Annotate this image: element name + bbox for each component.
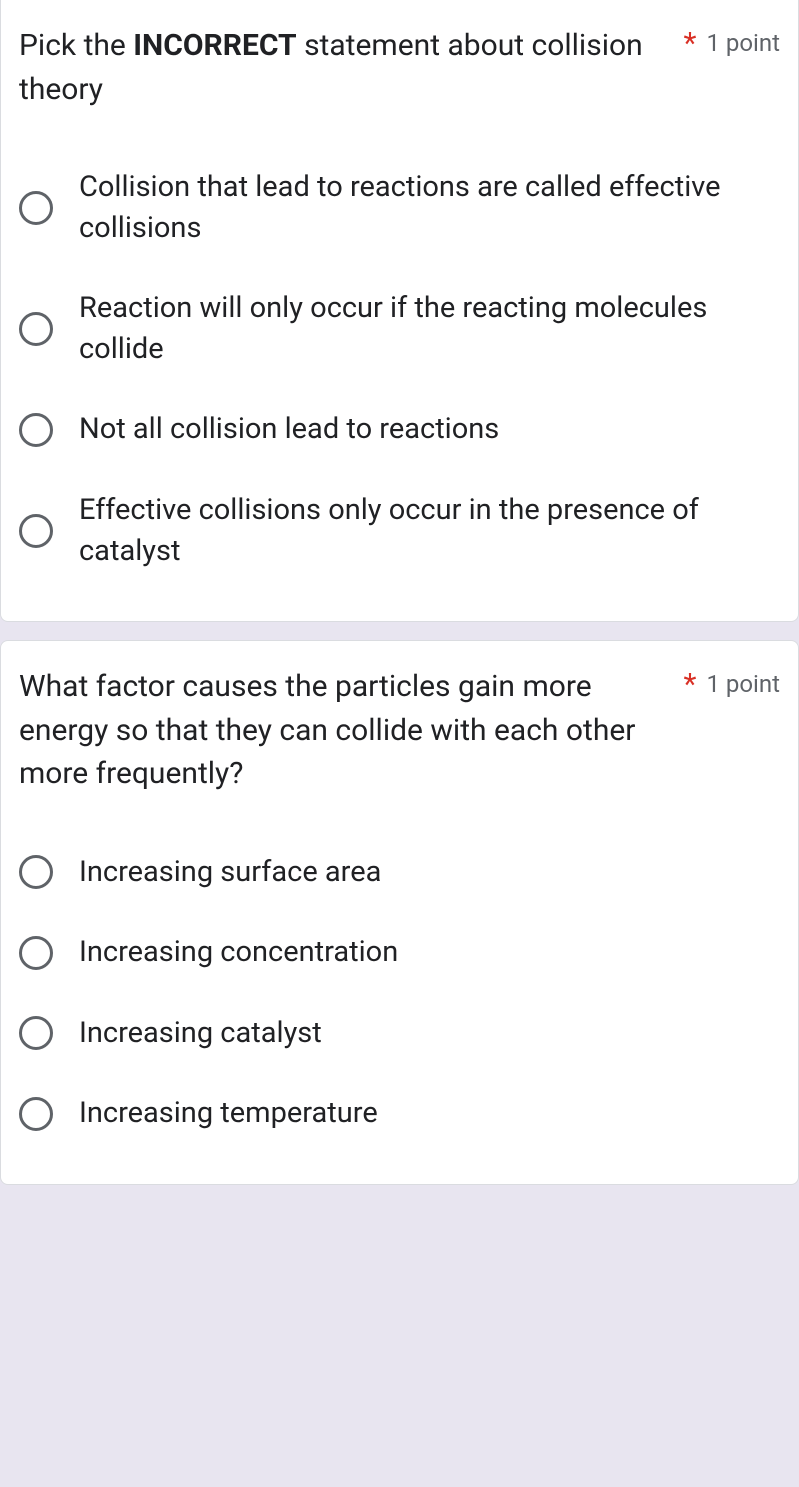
radio-icon xyxy=(19,514,53,548)
question-card: Pick the INCORRECT statement about colli… xyxy=(0,0,799,622)
question-header: What factor causes the particles gain mo… xyxy=(19,665,780,796)
radio-option[interactable]: Effective collisions only occur in the p… xyxy=(19,470,780,591)
option-label: Effective collisions only occur in the p… xyxy=(79,490,780,571)
radio-option[interactable]: Increasing surface area xyxy=(19,832,780,913)
title-bold: INCORRECT xyxy=(133,28,296,63)
radio-option[interactable]: Increasing temperature xyxy=(19,1073,780,1154)
points-label: 1 point xyxy=(706,24,780,62)
radio-icon xyxy=(19,191,53,225)
required-asterisk: * xyxy=(684,24,697,63)
title-pre: What factor causes the particles gain mo… xyxy=(19,669,635,791)
radio-icon xyxy=(19,855,53,889)
option-label: Reaction will only occur if the reacting… xyxy=(79,288,780,369)
question-card: What factor causes the particles gain mo… xyxy=(0,640,799,1185)
question-title: Pick the INCORRECT statement about colli… xyxy=(19,24,678,111)
radio-option[interactable]: Reaction will only occur if the reacting… xyxy=(19,268,780,389)
title-pre: Pick the xyxy=(19,28,133,63)
question-header: Pick the INCORRECT statement about colli… xyxy=(19,24,780,111)
radio-icon xyxy=(19,1097,53,1131)
radio-icon xyxy=(19,936,53,970)
option-label: Collision that lead to reactions are cal… xyxy=(79,167,780,248)
points-label: 1 point xyxy=(706,665,780,703)
radio-option[interactable]: Increasing catalyst xyxy=(19,993,780,1074)
radio-option[interactable]: Collision that lead to reactions are cal… xyxy=(19,147,780,268)
option-label: Increasing concentration xyxy=(79,932,398,973)
question-title: What factor causes the particles gain mo… xyxy=(19,665,678,796)
option-label: Increasing surface area xyxy=(79,852,381,893)
option-label: Not all collision lead to reactions xyxy=(79,409,499,450)
radio-option[interactable]: Not all collision lead to reactions xyxy=(19,389,780,470)
required-asterisk: * xyxy=(684,665,697,704)
option-label: Increasing temperature xyxy=(79,1093,378,1134)
radio-icon xyxy=(19,1016,53,1050)
radio-icon xyxy=(19,413,53,447)
option-label: Increasing catalyst xyxy=(79,1013,322,1054)
radio-icon xyxy=(19,312,53,346)
radio-option[interactable]: Increasing concentration xyxy=(19,912,780,993)
